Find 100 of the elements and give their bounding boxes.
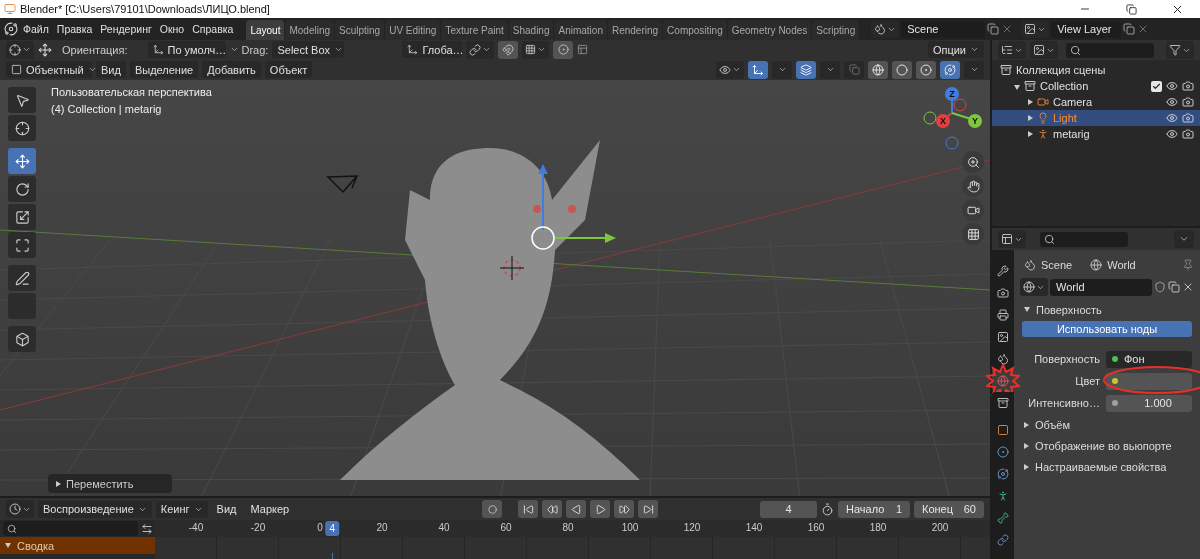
playhead-frame[interactable]: 4 bbox=[325, 521, 340, 536]
workspace-tab[interactable]: Scripting bbox=[812, 20, 860, 40]
header-menu[interactable]: Добавить bbox=[202, 61, 261, 78]
visibility-button[interactable] bbox=[716, 60, 744, 79]
tree-item[interactable]: Collection bbox=[1040, 80, 1147, 92]
pivot-button[interactable] bbox=[6, 40, 34, 59]
outliner-row[interactable]: Camera bbox=[992, 94, 1200, 110]
overlay-toggle[interactable] bbox=[796, 60, 816, 79]
jump-start-button[interactable] bbox=[518, 500, 539, 518]
camera-view-button[interactable] bbox=[962, 199, 984, 221]
tool-button[interactable] bbox=[8, 115, 36, 141]
close-icon[interactable] bbox=[1182, 281, 1194, 293]
record-button[interactable] bbox=[482, 500, 503, 518]
jump-end-button[interactable] bbox=[638, 500, 659, 518]
pin-icon[interactable] bbox=[1182, 259, 1194, 271]
shader-field[interactable]: Фон bbox=[1106, 350, 1192, 368]
playback-dropdown[interactable]: Воспроизведение bbox=[38, 500, 152, 518]
pan-button[interactable] bbox=[962, 175, 984, 197]
prev-keyframe-button[interactable] bbox=[542, 500, 563, 518]
view-layer-field[interactable]: View Layer bbox=[1051, 20, 1122, 38]
shading-button[interactable] bbox=[868, 60, 888, 79]
end-frame-field[interactable]: Конец 60 bbox=[914, 500, 984, 518]
tool-button[interactable] bbox=[8, 87, 36, 113]
copy-icon[interactable] bbox=[1123, 23, 1136, 35]
header-menu[interactable]: Объект bbox=[264, 61, 313, 78]
camera-icon[interactable] bbox=[1182, 128, 1194, 140]
workspace-tab[interactable]: Animation bbox=[554, 20, 607, 40]
shading-button[interactable] bbox=[916, 60, 936, 79]
shading-button[interactable] bbox=[892, 60, 912, 79]
workspace-tab[interactable]: Shading bbox=[508, 20, 554, 40]
camera-icon[interactable] bbox=[1182, 96, 1194, 108]
color-field[interactable] bbox=[1106, 372, 1192, 390]
outliner-row[interactable]: metarig bbox=[992, 126, 1200, 142]
camera-icon[interactable] bbox=[1182, 80, 1194, 92]
swap-icon[interactable] bbox=[141, 522, 153, 535]
panel-header[interactable]: Поверхность bbox=[1020, 300, 1194, 319]
display-mode-button[interactable] bbox=[998, 41, 1026, 59]
world-browse-button[interactable] bbox=[1020, 278, 1048, 296]
workspace-tab[interactable]: Rendering bbox=[607, 20, 663, 40]
menu-item[interactable]: Справка bbox=[189, 23, 237, 35]
move-icon[interactable] bbox=[38, 42, 52, 57]
header-menu[interactable]: Выделение bbox=[129, 61, 199, 78]
tool-button[interactable] bbox=[8, 204, 36, 230]
tool-button[interactable] bbox=[8, 176, 36, 202]
workspace-tab[interactable]: Modeling bbox=[285, 20, 334, 40]
workspace-tab[interactable]: Layout bbox=[246, 20, 285, 40]
play-button[interactable] bbox=[590, 500, 611, 518]
menu-item[interactable]: Рендеринг bbox=[97, 23, 155, 35]
header-menu[interactable]: Вид bbox=[96, 61, 126, 78]
tree-item[interactable]: Light bbox=[1053, 112, 1162, 124]
proportional-edit-button[interactable] bbox=[553, 40, 574, 59]
filter-mode-button[interactable] bbox=[1030, 41, 1058, 59]
tool-button[interactable] bbox=[8, 326, 36, 352]
copy-icon[interactable] bbox=[1168, 281, 1180, 293]
panel-header[interactable]: Настраиваемые свойства bbox=[1020, 457, 1194, 476]
play-reverse-button[interactable] bbox=[566, 500, 587, 518]
workspace-tab[interactable]: UV Editing bbox=[385, 20, 441, 40]
current-frame-field[interactable]: 4 bbox=[760, 500, 817, 518]
menu-item[interactable]: Правка bbox=[53, 23, 96, 35]
menu-item[interactable]: Файл bbox=[20, 23, 52, 35]
copy-icon[interactable] bbox=[987, 23, 1000, 35]
editor-type-button[interactable] bbox=[6, 500, 34, 518]
filter-button[interactable] bbox=[1166, 41, 1194, 59]
tree-item[interactable]: Camera bbox=[1053, 96, 1162, 108]
header-menu[interactable]: Маркер bbox=[245, 500, 295, 518]
eye-icon[interactable] bbox=[1166, 96, 1178, 108]
tree-item[interactable]: metarig bbox=[1053, 128, 1162, 140]
snap-button[interactable] bbox=[498, 40, 519, 59]
options-dropdown[interactable]: Опции bbox=[927, 41, 984, 58]
scene-field[interactable]: Scene bbox=[901, 20, 986, 38]
workspace-tab[interactable]: Compositing bbox=[663, 20, 727, 40]
eye-icon[interactable] bbox=[1166, 128, 1178, 140]
pivot-point-button[interactable] bbox=[466, 40, 495, 59]
scene-browse-button[interactable] bbox=[871, 20, 900, 38]
summary-channel[interactable]: Сводка bbox=[0, 537, 155, 554]
eye-icon[interactable] bbox=[1166, 112, 1178, 124]
tool-button[interactable] bbox=[8, 148, 36, 174]
view-layer-browse-button[interactable] bbox=[1021, 20, 1050, 38]
camera-icon[interactable] bbox=[1182, 112, 1194, 124]
panel-header[interactable]: Объём bbox=[1020, 415, 1194, 434]
next-keyframe-button[interactable] bbox=[614, 500, 635, 518]
eye-icon[interactable] bbox=[1166, 80, 1178, 92]
tool-button[interactable] bbox=[8, 232, 36, 258]
shield-icon[interactable] bbox=[1154, 281, 1166, 293]
tool-button[interactable] bbox=[8, 265, 36, 291]
header-menu[interactable]: Вид bbox=[211, 500, 242, 518]
outliner-row[interactable]: Light bbox=[992, 110, 1200, 126]
workspace-tab[interactable]: Geometry Nodes bbox=[727, 20, 812, 40]
properties-search-field[interactable] bbox=[1040, 231, 1128, 247]
world-name-field[interactable]: World bbox=[1050, 278, 1152, 296]
number-field[interactable]: 1.000 bbox=[1106, 394, 1192, 412]
workspace-tab[interactable]: Sculpting bbox=[335, 20, 385, 40]
start-frame-field[interactable]: Начало 1 bbox=[838, 500, 910, 518]
grid-view-button[interactable] bbox=[962, 223, 984, 245]
zoom-button[interactable] bbox=[962, 151, 984, 173]
stopwatch-icon[interactable] bbox=[821, 502, 834, 516]
snap-target-button[interactable] bbox=[522, 40, 550, 59]
gizmo-toggle[interactable] bbox=[748, 60, 768, 79]
keying-dropdown[interactable]: Кеинг bbox=[155, 500, 208, 518]
search-field[interactable] bbox=[3, 521, 138, 536]
